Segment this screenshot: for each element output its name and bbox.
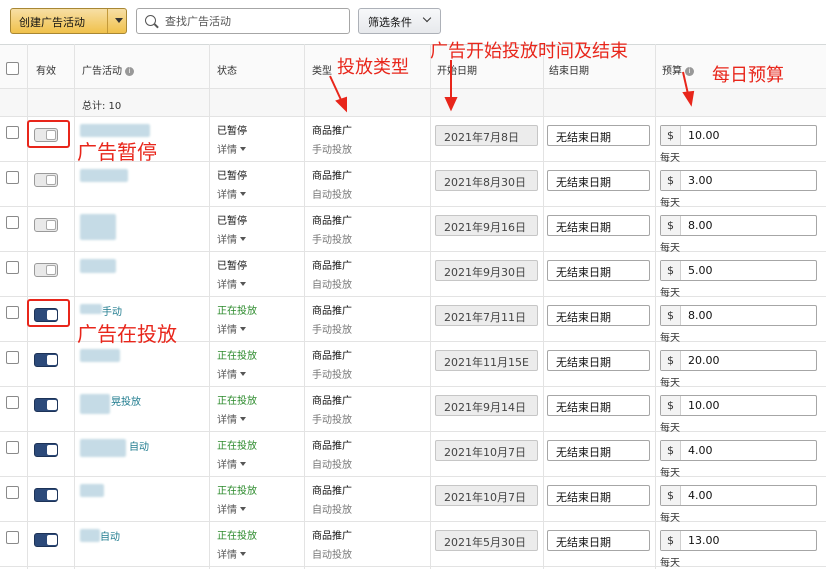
arrow-type-head <box>335 96 347 113</box>
arrow-start-head <box>444 97 458 112</box>
annotation-arrows <box>329 60 695 113</box>
arrow-budget-head <box>682 90 695 107</box>
arrow-budget <box>682 71 689 95</box>
arrow-type <box>329 75 343 103</box>
